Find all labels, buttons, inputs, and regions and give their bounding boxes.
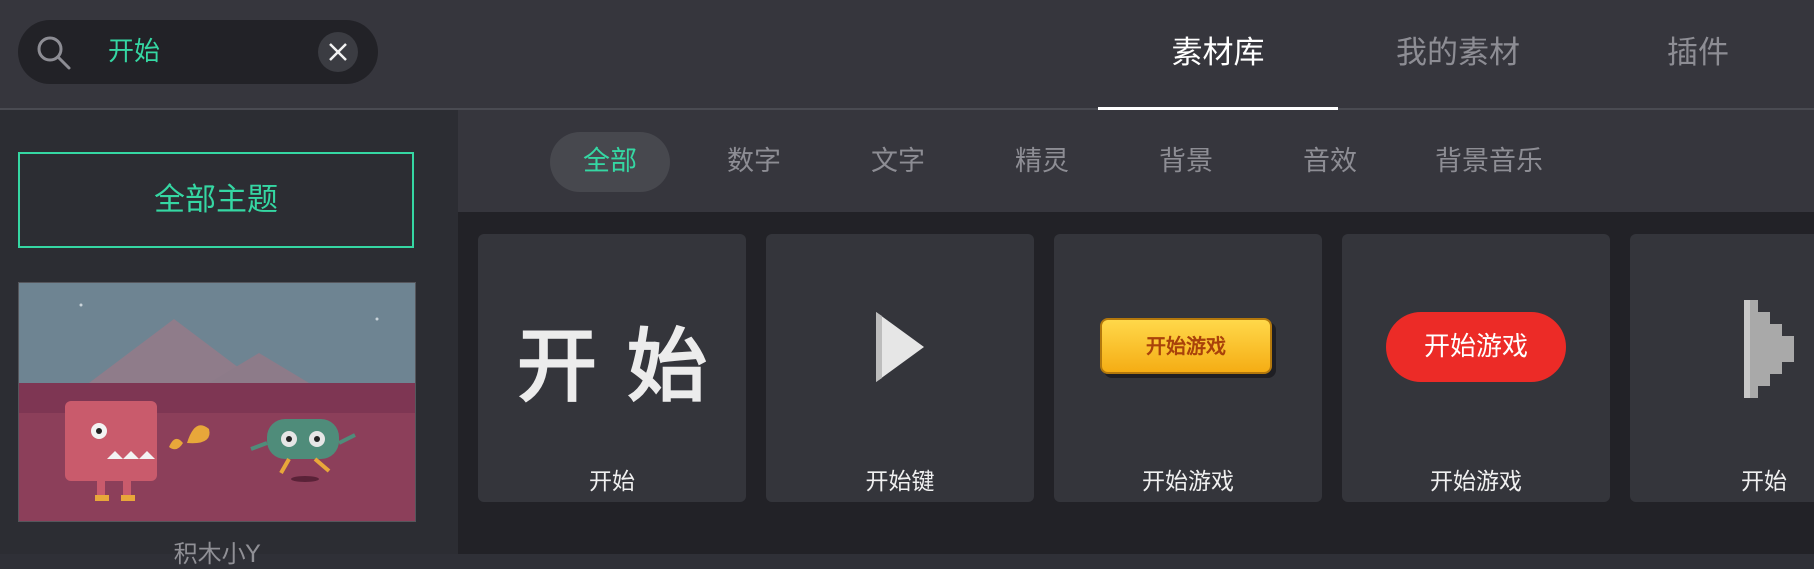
asset-thumbnail: 开始 (478, 234, 746, 434)
asset-thumb-text: 开始 (517, 320, 737, 413)
tab-my-assets[interactable]: 我的素材 (1338, 0, 1578, 110)
filter-all[interactable]: 全部 (550, 132, 670, 192)
asset-label: 开始键 (865, 469, 935, 495)
asset-label: 开始 (1741, 469, 1787, 495)
theme-sidebar: 全部主题 积木小Y (0, 110, 458, 568)
play-icon (876, 312, 924, 382)
pixel-arrow-icon (1744, 300, 1794, 398)
asset-card[interactable]: 开始游戏 开始游戏 (1054, 234, 1322, 502)
asset-thumbnail (1630, 234, 1814, 434)
filter-text[interactable]: 文字 (838, 132, 958, 192)
theme-thumbnail-image (19, 283, 415, 521)
asset-thumbnail: 开始游戏 (1054, 234, 1322, 434)
filter-sound-effects[interactable]: 音效 (1270, 132, 1390, 192)
asset-card[interactable]: 开始 (1630, 234, 1814, 502)
asset-label: 开始游戏 (1142, 469, 1234, 495)
filter-backgrounds[interactable]: 背景 (1126, 132, 1246, 192)
asset-grid: 开始 开始 开始键 开始游戏 开始游戏 开始游戏 开始游戏 开始 (458, 212, 1814, 554)
all-topics-button[interactable]: 全部主题 (18, 152, 414, 248)
filter-numbers[interactable]: 数字 (694, 132, 814, 192)
theme-label: 积木小Y (173, 540, 261, 568)
asset-label: 开始 (589, 469, 635, 495)
asset-thumbnail (766, 234, 1034, 434)
clear-search-button[interactable] (318, 32, 358, 72)
tab-plugins[interactable]: 插件 (1578, 0, 1814, 110)
theme-card[interactable] (18, 282, 416, 522)
search-input[interactable]: 开始 (108, 20, 160, 84)
asset-card[interactable]: 开始游戏 开始游戏 (1342, 234, 1610, 502)
filter-background-music[interactable]: 背景音乐 (1414, 132, 1564, 192)
search-box[interactable]: 开始 (18, 20, 378, 84)
search-icon (36, 35, 72, 71)
tab-asset-library[interactable]: 素材库 (1098, 0, 1338, 112)
filter-sprites[interactable]: 精灵 (982, 132, 1102, 192)
category-filter-bar: 全部 数字 文字 精灵 背景 音效 背景音乐 (458, 110, 1814, 212)
top-bar: 开始 素材库 我的素材 插件 (0, 0, 1814, 112)
asset-card[interactable]: 开始键 (766, 234, 1034, 502)
asset-label: 开始游戏 (1430, 469, 1522, 495)
asset-thumbnail: 开始游戏 (1342, 234, 1610, 434)
close-icon (329, 43, 347, 61)
asset-thumb-text: 开始游戏 (1100, 318, 1272, 374)
asset-card[interactable]: 开始 开始 (478, 234, 746, 502)
asset-thumb-text: 开始游戏 (1386, 312, 1566, 382)
